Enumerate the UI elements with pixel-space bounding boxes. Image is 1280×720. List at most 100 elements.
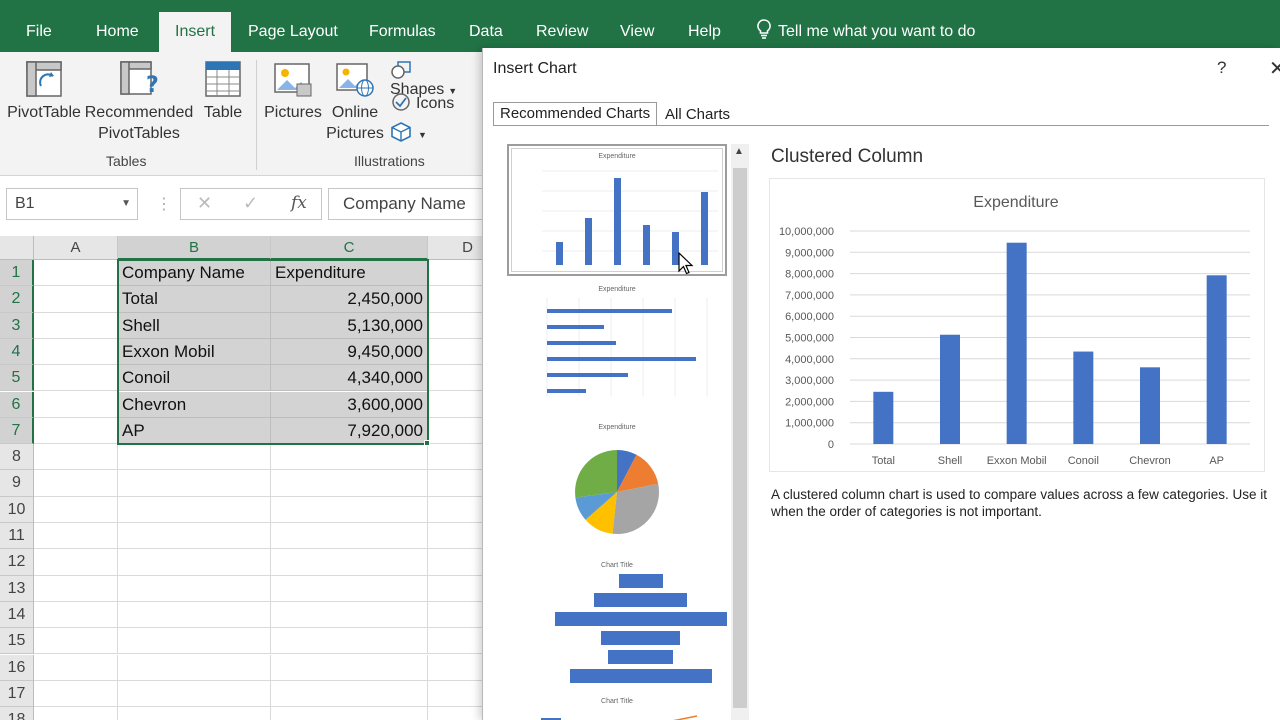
column-header-a[interactable]: A: [34, 236, 118, 260]
tab-home[interactable]: Home: [96, 0, 139, 52]
column-header-d[interactable]: D: [428, 236, 482, 260]
cell[interactable]: [271, 470, 428, 497]
cell[interactable]: [428, 576, 482, 602]
cell[interactable]: [428, 523, 482, 550]
table-button[interactable]: Table: [196, 60, 250, 123]
row-header[interactable]: 18: [0, 707, 34, 720]
tab-review[interactable]: Review: [536, 0, 588, 52]
cell[interactable]: [34, 628, 118, 655]
pivottable-button[interactable]: PivotTable: [6, 60, 82, 123]
cell[interactable]: [118, 628, 271, 655]
tab-recommended-charts[interactable]: Recommended Charts: [493, 102, 658, 126]
row-header[interactable]: 5: [0, 365, 34, 392]
tab-formulas[interactable]: Formulas: [369, 0, 436, 52]
cell[interactable]: [428, 707, 482, 720]
row-header[interactable]: 13: [0, 575, 34, 602]
row-header[interactable]: 8: [0, 444, 34, 471]
row-header[interactable]: 14: [0, 601, 34, 629]
tab-file[interactable]: File: [26, 0, 52, 52]
cell[interactable]: [428, 602, 482, 629]
row-header[interactable]: 3: [0, 312, 34, 339]
row-header[interactable]: 7: [0, 417, 34, 445]
scrollbar-thumb[interactable]: [733, 168, 747, 708]
cell[interactable]: Expenditure: [271, 260, 428, 287]
cell[interactable]: [34, 312, 118, 339]
row-header[interactable]: 11: [0, 523, 34, 550]
cell[interactable]: [271, 523, 428, 550]
cell[interactable]: 3,600,000: [271, 391, 428, 418]
thumbnail-scrollbar[interactable]: ▲: [731, 144, 749, 720]
cell[interactable]: [118, 470, 271, 497]
online-pictures-button[interactable]: Online Pictures: [326, 60, 384, 144]
thumb-funnel[interactable]: Chart Title: [507, 560, 727, 690]
row-header[interactable]: 2: [0, 286, 34, 313]
cell[interactable]: [271, 707, 428, 720]
cell[interactable]: [271, 654, 428, 681]
cell[interactable]: [34, 286, 118, 313]
cell[interactable]: [34, 707, 118, 720]
cell[interactable]: 2,450,000: [271, 286, 428, 313]
cell[interactable]: [428, 260, 482, 287]
cell[interactable]: [118, 707, 271, 720]
cancel-icon[interactable]: ✕: [197, 193, 212, 214]
cell[interactable]: Total: [118, 286, 271, 313]
cell[interactable]: [34, 523, 118, 550]
row-header[interactable]: 17: [0, 680, 34, 708]
chevron-down-icon[interactable]: ▼: [121, 189, 131, 219]
tell-me-search[interactable]: Tell me what you want to do: [756, 0, 975, 52]
row-header[interactable]: 10: [0, 496, 34, 523]
row-header[interactable]: 9: [0, 470, 34, 497]
icons-button[interactable]: Icons: [390, 92, 454, 113]
cell[interactable]: [34, 391, 118, 418]
cell[interactable]: [271, 601, 428, 629]
cell[interactable]: [34, 654, 118, 681]
column-header-c[interactable]: C: [271, 236, 428, 260]
cell[interactable]: 4,340,000: [271, 365, 428, 392]
cell[interactable]: [34, 601, 118, 629]
cell[interactable]: [118, 523, 271, 550]
cell[interactable]: Shell: [118, 312, 271, 339]
formula-input[interactable]: Company Name: [328, 188, 488, 220]
cell[interactable]: [428, 392, 482, 418]
3d-models-button[interactable]: ▼: [390, 122, 427, 143]
cell[interactable]: [118, 601, 271, 629]
cell[interactable]: [428, 655, 482, 681]
cell[interactable]: 5,130,000: [271, 312, 428, 339]
cell[interactable]: [34, 260, 118, 287]
cell[interactable]: [34, 444, 118, 471]
cell[interactable]: [271, 575, 428, 602]
cell[interactable]: [428, 681, 482, 708]
cell[interactable]: [34, 680, 118, 708]
cell[interactable]: [271, 444, 428, 471]
fill-handle[interactable]: [424, 440, 430, 447]
tab-insert[interactable]: Insert: [159, 12, 232, 52]
close-button[interactable]: ✕: [1269, 56, 1280, 81]
cell[interactable]: [271, 496, 428, 523]
tab-page-layout[interactable]: Page Layout: [248, 0, 338, 52]
cell[interactable]: [271, 628, 428, 655]
pictures-button[interactable]: Pictures: [262, 60, 324, 123]
cell[interactable]: [118, 654, 271, 681]
cell[interactable]: [34, 338, 118, 366]
cell[interactable]: [428, 418, 482, 445]
cell[interactable]: [428, 497, 482, 523]
cell[interactable]: [271, 549, 428, 576]
row-header[interactable]: 16: [0, 654, 34, 681]
row-header[interactable]: 12: [0, 549, 34, 576]
insert-function-icon[interactable]: fx: [291, 193, 307, 213]
thumb-combo[interactable]: Chart Title: [507, 696, 727, 720]
cell[interactable]: 7,920,000: [271, 417, 428, 445]
cell[interactable]: [428, 313, 482, 339]
cell[interactable]: Exxon Mobil: [118, 338, 271, 366]
select-all-corner[interactable]: [0, 236, 34, 260]
row-header[interactable]: 4: [0, 338, 34, 366]
cell[interactable]: [428, 444, 482, 471]
row-header[interactable]: 1: [0, 260, 34, 287]
row-header[interactable]: 6: [0, 391, 34, 418]
cell[interactable]: Conoil: [118, 365, 271, 392]
cell[interactable]: 9,450,000: [271, 338, 428, 366]
help-button[interactable]: ?: [1217, 58, 1226, 78]
cell[interactable]: [118, 549, 271, 576]
tab-data[interactable]: Data: [469, 0, 503, 52]
cell[interactable]: [428, 286, 482, 313]
